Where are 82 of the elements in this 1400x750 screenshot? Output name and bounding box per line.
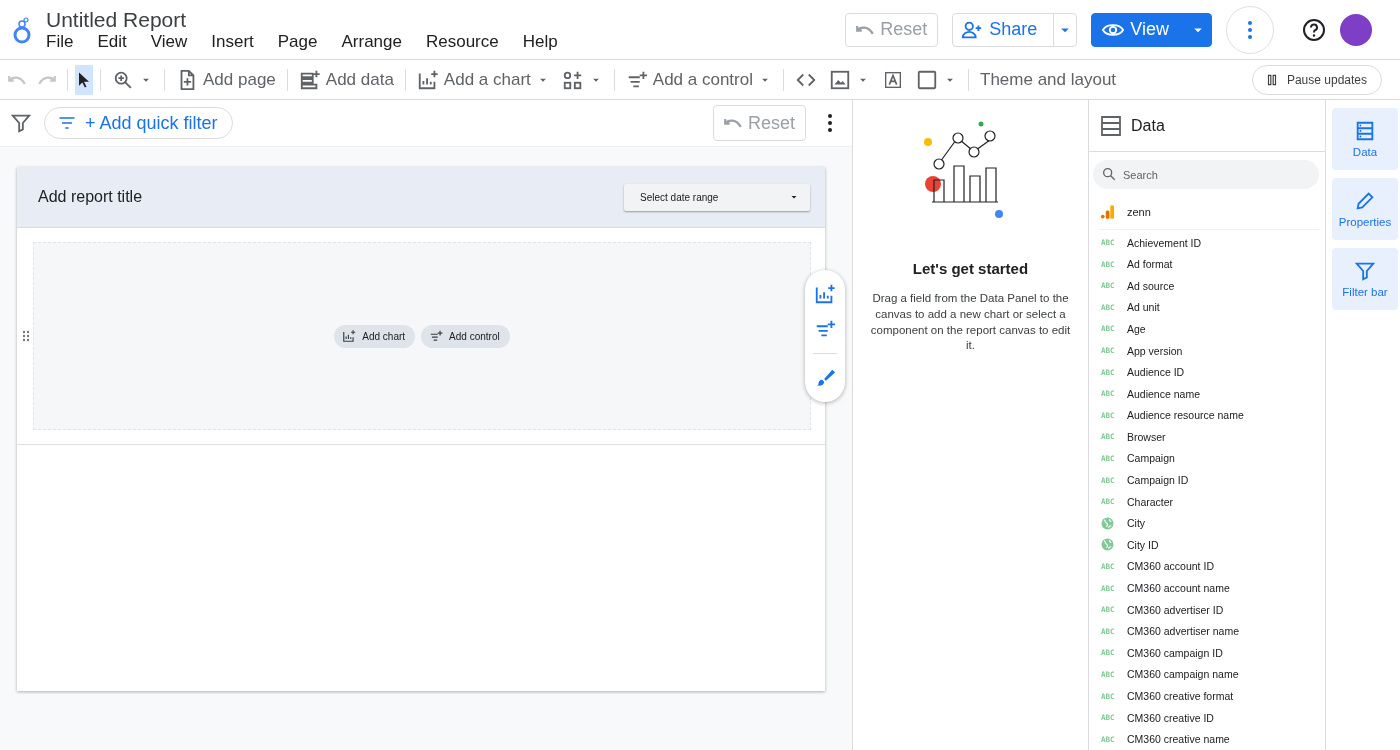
toolbar-button[interactable]: Add data (294, 64, 398, 95)
search-icon (1101, 166, 1117, 183)
field-name: City (1127, 517, 1146, 530)
menu-item[interactable]: Resource (423, 31, 511, 52)
filter-icon (10, 112, 32, 134)
field-name: Achievement ID (1127, 236, 1202, 249)
menu-item[interactable]: Edit (95, 31, 139, 52)
toolbar-button[interactable]: Add a control (621, 64, 776, 95)
add-chart-icon[interactable] (814, 282, 836, 305)
menu-item[interactable]: Help (520, 31, 570, 52)
pointer-icon (79, 71, 89, 88)
rectangle-icon (916, 68, 938, 91)
menu-item[interactable]: Insert (209, 31, 266, 52)
field-name: Audience ID (1127, 366, 1185, 379)
date-range-dropdown[interactable]: Select date range (624, 183, 810, 211)
view-button[interactable]: View (1091, 12, 1212, 47)
data-table-icon (1354, 120, 1376, 142)
field-name: Campaign (1127, 452, 1175, 465)
theme-layout-button[interactable]: Theme and layout (976, 64, 1121, 95)
field-name: CM360 advertiser ID (1127, 603, 1224, 616)
field-name: App version (1127, 344, 1183, 357)
side-tab[interactable]: Filter bar (1332, 248, 1398, 310)
field-name: CM360 creative name (1127, 733, 1230, 746)
pause-updates-button[interactable]: Pause updates (1251, 64, 1382, 95)
undo-icon (8, 74, 26, 85)
field-name: Browser (1127, 430, 1166, 443)
menu-item[interactable]: File (44, 31, 86, 52)
data-table-icon (1099, 113, 1123, 138)
toolbar-button[interactable]: Add page (172, 64, 280, 95)
filter-icon (1354, 260, 1376, 282)
field-item[interactable]: City (1089, 512, 1325, 535)
globe-icon (1101, 538, 1114, 552)
data-source-name[interactable]: zenn (1127, 205, 1151, 218)
field-name: CM360 creative format (1127, 690, 1234, 702)
menu-item[interactable]: Arrange (339, 31, 414, 52)
field-name: City ID (1127, 538, 1159, 551)
undo-icon (723, 118, 742, 128)
field-name: CM360 campaign name (1127, 668, 1239, 681)
field-name: Ad source (1127, 279, 1175, 292)
add-chart-icon (416, 68, 439, 91)
add-control-icon (429, 329, 444, 343)
undo-icon (856, 24, 875, 35)
field-name: Ad unit (1127, 301, 1160, 314)
analytics-icon (1099, 202, 1117, 221)
toolbar-button[interactable]: Add a chart (412, 64, 554, 95)
menu-item[interactable]: View (148, 31, 200, 52)
field-name: Ad format (1127, 258, 1173, 271)
side-tab[interactable]: Data (1332, 108, 1398, 170)
help-icon[interactable] (1302, 17, 1326, 42)
field-name: Age (1127, 322, 1146, 335)
field-name: Character (1127, 495, 1174, 508)
more-icon (1248, 20, 1252, 39)
add-quick-filter-button[interactable]: + Add quick filter (44, 107, 233, 139)
report-title-placeholder[interactable]: Add report title (38, 188, 143, 206)
share-button[interactable]: Share (952, 12, 1078, 47)
add-data-icon (298, 68, 321, 91)
image-icon (829, 68, 851, 91)
field-name: Audience resource name (1127, 409, 1244, 422)
avatar[interactable] (1340, 13, 1372, 46)
globe-icon (1101, 516, 1114, 530)
empty-state-heading: Let's get started (912, 260, 1029, 277)
redo-icon (38, 74, 56, 85)
select-tool-button[interactable] (75, 64, 93, 95)
add-control-button[interactable]: Add control (421, 324, 510, 348)
pencil-icon (1354, 190, 1376, 212)
field-item[interactable]: City ID (1089, 534, 1325, 556)
field-name: CM360 advertiser name (1127, 625, 1240, 638)
add-chart-icon (342, 329, 357, 343)
side-tab[interactable]: Properties (1332, 178, 1398, 240)
search-field[interactable]: Search (1093, 160, 1319, 190)
drag-handle-icon[interactable] (21, 329, 31, 343)
field-name: CM360 campaign ID (1127, 646, 1223, 659)
field-name: Campaign ID (1127, 474, 1189, 487)
field-name: CM360 account name (1127, 582, 1230, 595)
report-title[interactable]: Untitled Report (44, 7, 580, 32)
menu-item[interactable]: Page (275, 31, 330, 52)
field-name: CM360 account ID (1127, 560, 1214, 573)
empty-state-description: Drag a field from the Data Panel to the canvas to add a new chart or select a component on the report canvas to edit it. (869, 291, 1072, 354)
field-name: CM360 creative ID (1127, 711, 1214, 724)
field-name: Audience name (1127, 387, 1200, 400)
panel-title: Data (1131, 116, 1165, 135)
add-chart-button[interactable]: Add chart (334, 324, 416, 348)
